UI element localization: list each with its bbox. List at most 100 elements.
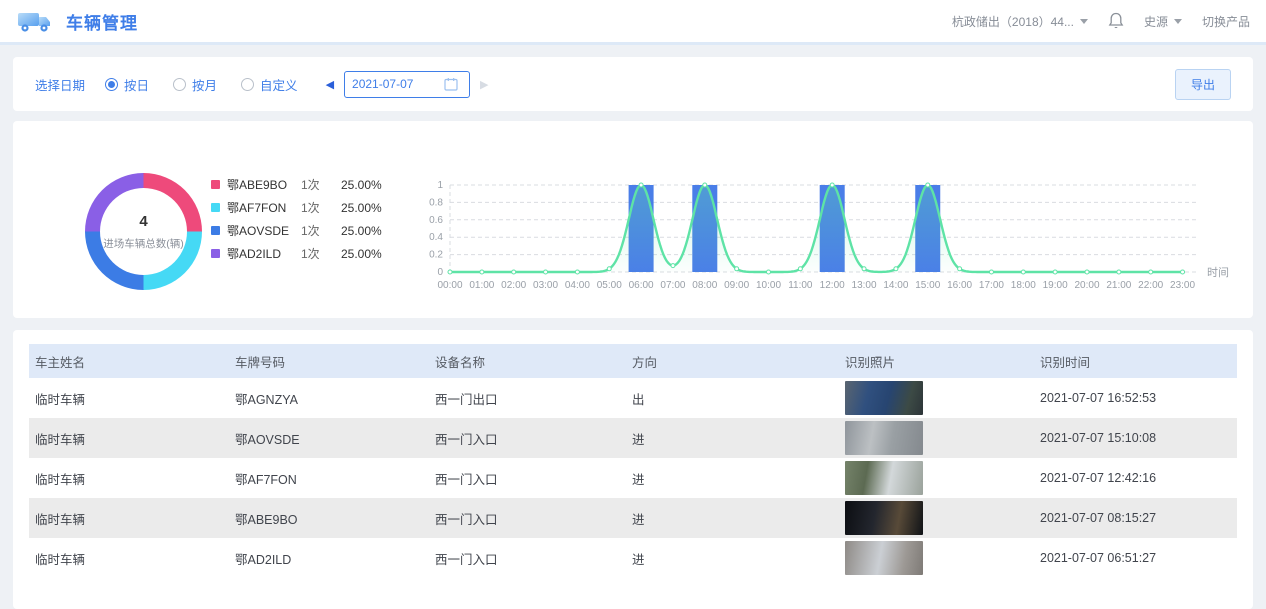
- date-mode-option[interactable]: 自定义: [241, 75, 298, 94]
- legend-swatch: [211, 203, 220, 212]
- filter-bar: 选择日期 按日按月自定义 ◀ ▶ 导出: [13, 57, 1253, 111]
- radio-icon: [105, 78, 118, 91]
- date-picker[interactable]: [344, 71, 470, 98]
- legend-row: 鄂AOVSDE1次25.00%: [211, 219, 382, 242]
- column-header: 设备名称: [429, 344, 626, 378]
- total-label: 进场车辆总数(辆): [103, 236, 184, 251]
- next-date-arrow[interactable]: ▶: [480, 78, 488, 91]
- org-selector-label: 杭政储出（2018）44...: [952, 13, 1074, 30]
- data-point: [958, 267, 962, 271]
- x-tick-label: 00:00: [437, 280, 462, 291]
- x-tick-label: 15:00: [915, 280, 940, 291]
- data-point: [1085, 270, 1089, 274]
- legend-swatch: [211, 249, 220, 258]
- date-picker-input[interactable]: [352, 77, 444, 91]
- vehicle-photo[interactable]: [845, 541, 923, 575]
- vehicle-photo[interactable]: [845, 501, 923, 535]
- cell-time: 2021-07-07 16:52:53: [1034, 378, 1237, 418]
- total-count: 4: [139, 213, 147, 230]
- data-point: [703, 183, 707, 187]
- data-point: [1117, 270, 1121, 274]
- table-row: 临时车辆鄂ABE9BO西一门入口进2021-07-07 08:15:27: [29, 498, 1237, 538]
- data-point: [767, 270, 771, 274]
- data-point: [544, 270, 548, 274]
- cell-owner: 临时车辆: [29, 458, 229, 498]
- legend-count: 1次: [301, 222, 341, 239]
- cell-device: 西一门入口: [429, 458, 626, 498]
- summary-card: 4 进场车辆总数(辆) 鄂ABE9BO1次25.00%鄂AF7FON1次25.0…: [13, 121, 1253, 318]
- user-menu[interactable]: 史源: [1144, 13, 1182, 30]
- legend-plate: 鄂ABE9BO: [227, 176, 301, 193]
- x-tick-label: 20:00: [1074, 280, 1099, 291]
- x-tick-label: 19:00: [1043, 280, 1068, 291]
- vehicle-photo[interactable]: [845, 381, 923, 415]
- data-point: [830, 183, 834, 187]
- x-axis-title: 时间: [1207, 266, 1229, 279]
- x-tick-label: 23:00: [1170, 280, 1195, 291]
- table-row: 临时车辆鄂AOVSDE西一门入口进2021-07-07 15:10:08: [29, 418, 1237, 458]
- chevron-down-icon: [1174, 19, 1182, 24]
- cell-photo: [839, 538, 1034, 578]
- legend-percentage: 25.00%: [341, 224, 382, 238]
- x-tick-label: 16:00: [947, 280, 972, 291]
- x-tick-label: 12:00: [820, 280, 845, 291]
- y-tick-label: 0.2: [429, 250, 443, 261]
- cell-device: 西一门入口: [429, 418, 626, 458]
- data-point: [798, 267, 802, 271]
- cell-plate: 鄂AF7FON: [229, 458, 429, 498]
- y-tick-label: 0.8: [429, 197, 443, 208]
- date-mode-option[interactable]: 按月: [173, 75, 217, 94]
- x-tick-label: 22:00: [1138, 280, 1163, 291]
- legend-plate: 鄂AD2ILD: [227, 245, 301, 262]
- export-button[interactable]: 导出: [1175, 69, 1231, 100]
- y-tick-label: 1: [437, 180, 443, 191]
- chevron-down-icon: [1080, 19, 1088, 24]
- header-right: 杭政储出（2018）44... 史源 切换产品: [952, 12, 1250, 30]
- data-point: [1021, 270, 1025, 274]
- x-tick-label: 04:00: [565, 280, 590, 291]
- x-tick-label: 08:00: [692, 280, 717, 291]
- data-point: [512, 270, 516, 274]
- cell-photo: [839, 418, 1034, 458]
- data-point: [735, 267, 739, 271]
- cell-direction: 进: [626, 418, 839, 458]
- notification-bell[interactable]: [1108, 12, 1124, 30]
- column-header: 车牌号码: [229, 344, 429, 378]
- legend-swatch: [211, 180, 220, 189]
- legend-row: 鄂AF7FON1次25.00%: [211, 196, 382, 219]
- legend-swatch: [211, 226, 220, 235]
- vehicle-management-page: 车辆管理 杭政储出（2018）44... 史源 切换产品 选择日期 按日按月: [0, 0, 1266, 609]
- date-mode-label: 按日: [124, 75, 149, 94]
- prev-date-arrow[interactable]: ◀: [326, 78, 334, 91]
- plate-legend: 鄂ABE9BO1次25.00%鄂AF7FON1次25.00%鄂AOVSDE1次2…: [211, 173, 382, 265]
- date-mode-option[interactable]: 按日: [105, 75, 149, 94]
- data-point: [607, 267, 611, 271]
- vehicle-photo[interactable]: [845, 461, 923, 495]
- bell-icon: [1108, 12, 1124, 30]
- vehicle-photo[interactable]: [845, 421, 923, 455]
- cell-direction: 进: [626, 458, 839, 498]
- x-tick-label: 11:00: [788, 280, 813, 291]
- x-tick-label: 02:00: [501, 280, 526, 291]
- x-tick-label: 14:00: [883, 280, 908, 291]
- content: 选择日期 按日按月自定义 ◀ ▶ 导出 4 进场车辆总数(辆): [0, 45, 1266, 609]
- table-row: 临时车辆鄂AF7FON西一门入口进2021-07-07 12:42:16: [29, 458, 1237, 498]
- calendar-icon: [444, 77, 458, 91]
- x-tick-label: 17:00: [979, 280, 1004, 291]
- records-card: 车主姓名车牌号码设备名称方向识别照片识别时间 临时车辆鄂AGNZYA西一门出口出…: [13, 330, 1253, 609]
- switch-product-link[interactable]: 切换产品: [1202, 13, 1250, 30]
- cell-direction: 进: [626, 498, 839, 538]
- column-header: 识别时间: [1034, 344, 1237, 378]
- data-point: [575, 270, 579, 274]
- date-mode-group: 按日 按月 自定义: [105, 75, 298, 94]
- cell-owner: 临时车辆: [29, 538, 229, 578]
- cell-plate: 鄂AOVSDE: [229, 418, 429, 458]
- x-tick-label: 01:00: [469, 280, 494, 291]
- legend-count: 1次: [301, 176, 341, 193]
- curve-area: [450, 185, 1183, 272]
- org-selector[interactable]: 杭政储出（2018）44...: [952, 13, 1088, 30]
- date-mode-label: 按月: [192, 75, 217, 94]
- table-body: 临时车辆鄂AGNZYA西一门出口出2021-07-07 16:52:53临时车辆…: [29, 378, 1237, 578]
- data-point: [639, 183, 643, 187]
- radio-icon: [241, 78, 254, 91]
